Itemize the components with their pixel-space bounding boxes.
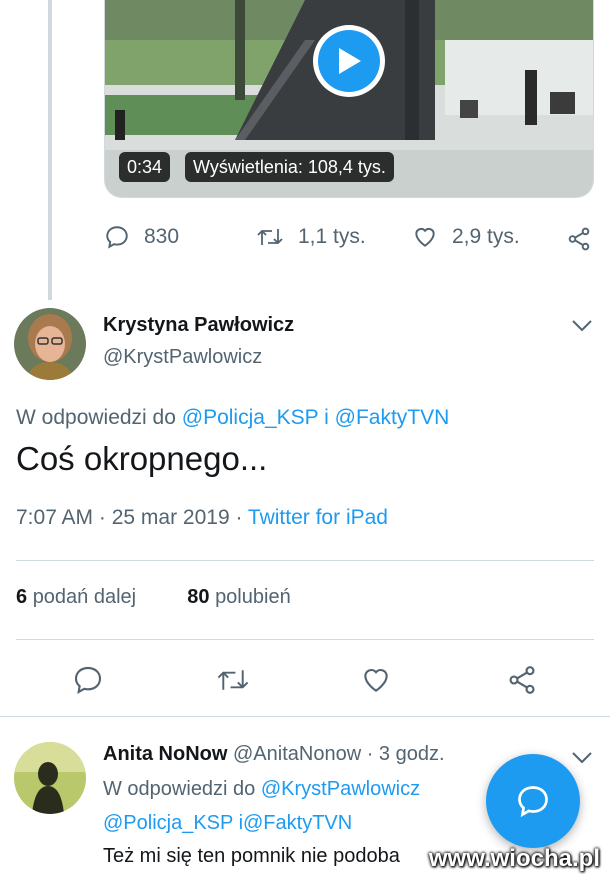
reply-prefix: W odpowiedzi do xyxy=(16,406,176,429)
chevron-down-icon[interactable] xyxy=(570,318,594,334)
reply-user-link[interactable]: @FaktyTVN xyxy=(335,406,450,429)
divider xyxy=(0,716,610,717)
like-stat[interactable]: 80 polubień xyxy=(187,586,290,608)
reply-context: W odpowiedzi do @KrystPawlowicz xyxy=(103,778,420,801)
divider xyxy=(16,560,594,561)
share-icon xyxy=(568,227,590,251)
like-action[interactable]: 2,9 tys. xyxy=(412,224,520,250)
play-button[interactable] xyxy=(313,25,385,97)
video-duration: 0:34 xyxy=(119,152,171,182)
reply-time: · 3 godz. xyxy=(366,743,445,765)
author-handle[interactable]: @KrystPawlowicz xyxy=(103,346,262,369)
reply-author-name[interactable]: Anita NoNow xyxy=(103,743,227,765)
tweet-text: Coś okropnego... xyxy=(16,440,268,477)
reply-icon[interactable] xyxy=(72,664,104,696)
play-icon xyxy=(318,30,380,92)
reply-user-link[interactable]: @Policja_KSP xyxy=(182,406,319,429)
tweet-meta: 7:07 AM · 25 mar 2019 · Twitter for iPad xyxy=(16,506,388,530)
reply-context: W odpowiedzi do @Policja_KSP i @FaktyTVN xyxy=(16,406,449,430)
retweet-icon[interactable] xyxy=(216,665,250,695)
retweet-stat[interactable]: 6 podań dalej xyxy=(16,586,136,608)
reply-prefix: W odpowiedzi do xyxy=(103,778,256,800)
tweet-actions xyxy=(0,660,610,700)
reply-avatar[interactable] xyxy=(14,742,86,814)
reply-user-link[interactable]: @KrystPawlowicz xyxy=(261,778,420,800)
avatar-image xyxy=(14,308,86,380)
reply-action[interactable]: 830 xyxy=(104,224,179,250)
retweet-icon xyxy=(257,229,283,245)
like-icon[interactable] xyxy=(360,664,392,696)
reply-author-line: Anita NoNow @AnitaNonow · 3 godz. xyxy=(103,743,445,766)
reply-user-link[interactable]: i@FaktyTVN xyxy=(239,812,353,834)
tweet-timestamp: 7:07 AM · 25 mar 2019 · xyxy=(16,506,243,529)
video-player[interactable]: 0:34 Wyświetlenia: 108,4 tys. xyxy=(104,0,594,198)
reply-user-link[interactable]: @Policja_KSP xyxy=(103,812,233,834)
reply-count: 830 xyxy=(144,225,180,248)
divider xyxy=(16,639,594,640)
reply-icon xyxy=(106,226,128,249)
tweet-source-link[interactable]: Twitter for iPad xyxy=(248,506,388,529)
author-name[interactable]: Krystyna Pawłowicz xyxy=(103,314,294,337)
reply-text: Też mi się ten pomnik nie podoba xyxy=(103,845,400,867)
quoted-tweet-actions: 830 1,1 tys. 2,9 tys. xyxy=(104,220,600,256)
thread-line xyxy=(48,0,52,300)
compose-reply-button[interactable] xyxy=(486,754,580,848)
tweet-stats: 6 podań dalej 80 polubień xyxy=(16,586,291,609)
reply-author-handle[interactable]: @AnitaNonow xyxy=(233,743,361,765)
like-count: 2,9 tys. xyxy=(452,225,520,248)
reply-context-continued: @Policja_KSP i@FaktyTVN xyxy=(103,812,352,835)
retweet-action[interactable]: 1,1 tys. xyxy=(256,224,366,250)
video-views: Wyświetlenia: 108,4 tys. xyxy=(185,152,394,182)
watermark: www.wiocha.pl xyxy=(428,845,600,872)
avatar[interactable] xyxy=(14,308,86,380)
compose-reply-icon xyxy=(518,786,548,818)
reply-avatar-image xyxy=(14,742,86,814)
chevron-down-icon[interactable] xyxy=(570,750,594,766)
reply-and: i xyxy=(324,406,329,429)
retweet-count: 1,1 tys. xyxy=(298,225,366,248)
like-icon xyxy=(415,227,435,247)
share-icon[interactable] xyxy=(506,664,538,696)
share-action[interactable] xyxy=(566,226,606,252)
